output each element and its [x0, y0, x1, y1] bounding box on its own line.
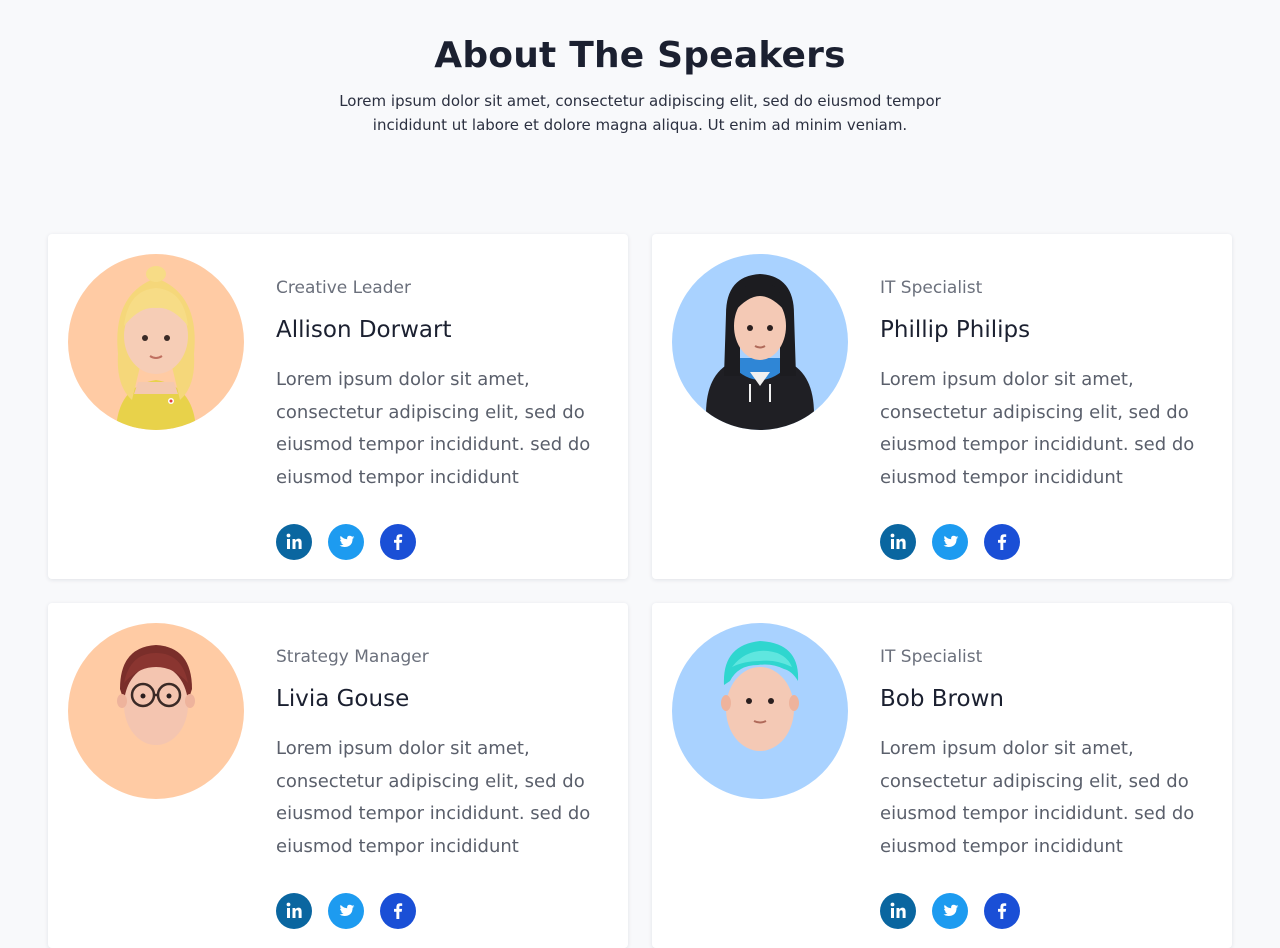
- speaker-name: Allison Dorwart: [276, 317, 452, 343]
- speaker-role: IT Specialist: [880, 647, 983, 667]
- avatar: [672, 254, 848, 430]
- facebook-button[interactable]: [984, 893, 1020, 929]
- avatar: [68, 254, 244, 430]
- avatar: [68, 623, 244, 799]
- speaker-bio: Lorem ipsum dolor sit amet, consectetur …: [880, 369, 1195, 488]
- twitter-button[interactable]: [328, 893, 364, 929]
- twitter-button[interactable]: [932, 524, 968, 560]
- facebook-icon: [394, 534, 403, 550]
- facebook-button[interactable]: [984, 524, 1020, 560]
- page-subtitle: Lorem ipsum dolor sit amet, consectetur …: [339, 92, 941, 134]
- facebook-icon: [998, 903, 1007, 919]
- speaker-card: Strategy Manager Livia Gouse Lorem ipsum…: [48, 603, 628, 948]
- twitter-icon: [943, 535, 959, 547]
- speaker-name: Phillip Philips: [880, 317, 1031, 343]
- speaker-card: IT Specialist Phillip Philips Lorem ipsu…: [652, 234, 1232, 579]
- speaker-role: Creative Leader: [276, 278, 411, 298]
- speaker-card: IT Specialist Bob Brown Lorem ipsum dolo…: [652, 603, 1232, 948]
- speaker-name: Livia Gouse: [276, 686, 410, 712]
- facebook-icon: [998, 534, 1007, 550]
- speaker-bio: Lorem ipsum dolor sit amet, consectetur …: [880, 738, 1195, 857]
- twitter-icon: [339, 535, 355, 547]
- linkedin-icon: [286, 902, 302, 918]
- facebook-icon: [394, 903, 403, 919]
- speaker-card: Creative Leader Allison Dorwart Lorem ip…: [48, 234, 628, 579]
- linkedin-icon: [890, 533, 906, 549]
- linkedin-icon: [890, 902, 906, 918]
- speaker-role: IT Specialist: [880, 278, 983, 298]
- twitter-icon: [339, 904, 355, 916]
- page-title: About The Speakers: [434, 35, 846, 76]
- linkedin-button[interactable]: [276, 893, 312, 929]
- avatar: [672, 623, 848, 799]
- speaker-role: Strategy Manager: [276, 647, 429, 667]
- facebook-button[interactable]: [380, 524, 416, 560]
- speaker-bio: Lorem ipsum dolor sit amet, consectetur …: [276, 369, 591, 488]
- linkedin-button[interactable]: [880, 524, 916, 560]
- linkedin-icon: [286, 533, 302, 549]
- speaker-name: Bob Brown: [880, 686, 1004, 712]
- linkedin-button[interactable]: [880, 893, 916, 929]
- speaker-bio: Lorem ipsum dolor sit amet, consectetur …: [276, 738, 591, 857]
- twitter-button[interactable]: [328, 524, 364, 560]
- twitter-button[interactable]: [932, 893, 968, 929]
- facebook-button[interactable]: [380, 893, 416, 929]
- linkedin-button[interactable]: [276, 524, 312, 560]
- twitter-icon: [943, 904, 959, 916]
